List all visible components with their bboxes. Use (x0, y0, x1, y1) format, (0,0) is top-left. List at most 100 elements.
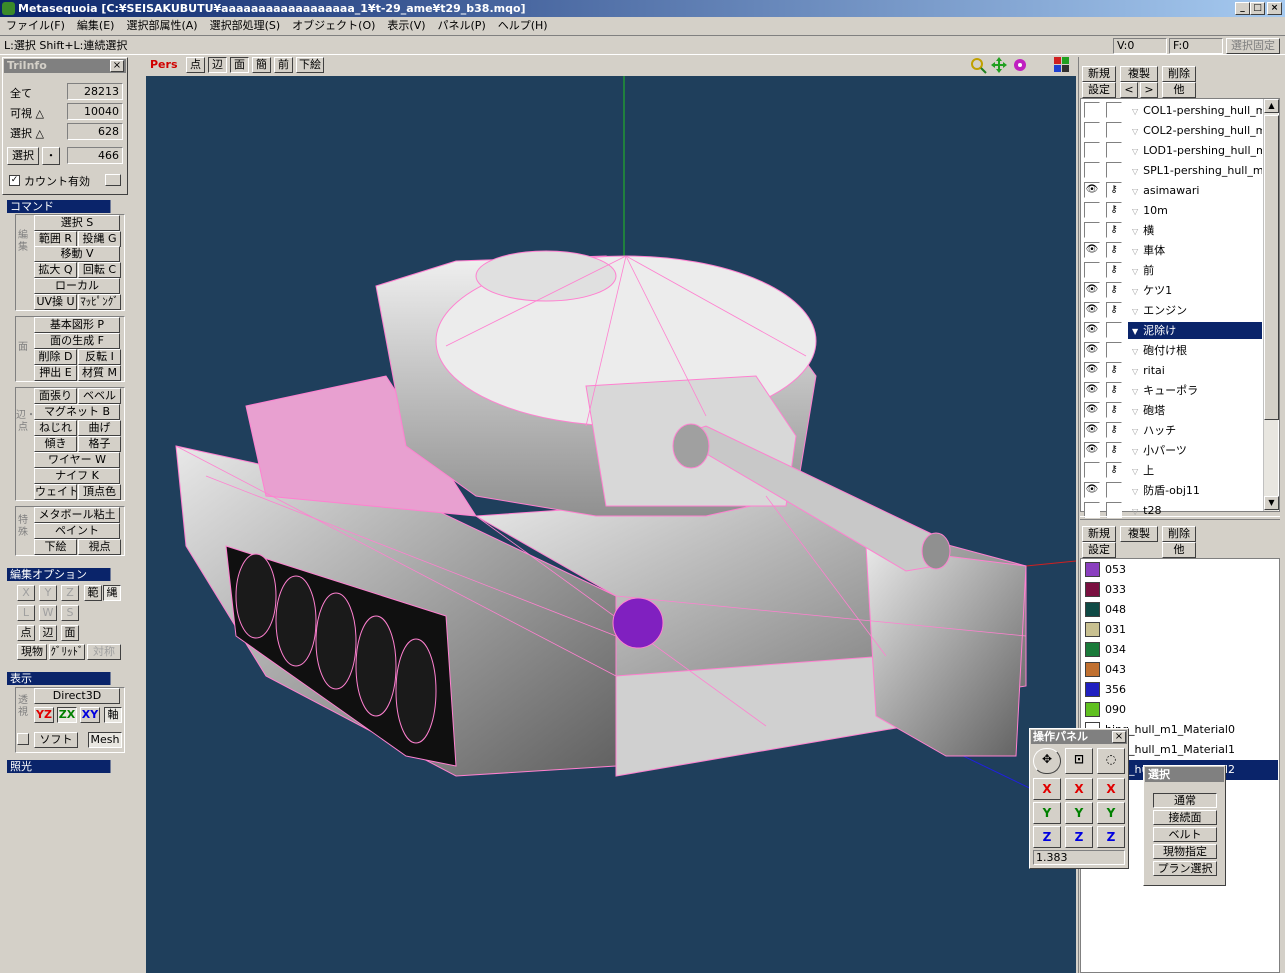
move-mode-icon[interactable]: ✥ (1033, 748, 1061, 774)
lock-icon[interactable] (1106, 482, 1122, 498)
lattice-button[interactable]: 格子 (78, 436, 121, 452)
visibility-eye-icon[interactable]: 👁 (1084, 402, 1100, 418)
object-copy-button[interactable]: 複製 (1120, 66, 1158, 82)
menu-selection-process[interactable]: 選択部処理(S) (204, 17, 287, 35)
lock-icon[interactable] (1106, 102, 1122, 118)
bend-button[interactable]: 曲げ (78, 420, 121, 436)
lock-icon[interactable]: ⚷ (1106, 422, 1122, 438)
local-l-toggle[interactable]: L (17, 605, 35, 621)
lock-icon[interactable]: ⚷ (1106, 222, 1122, 238)
view-front-toggle[interactable]: 前 (274, 57, 293, 73)
world-w-toggle[interactable]: W (39, 605, 57, 621)
lock-icon[interactable]: ⚷ (1106, 242, 1122, 258)
object-row[interactable]: 👁 ⚷ ▽ ケツ1 (1082, 280, 1262, 300)
grid-toggle[interactable]: ｸﾞﾘｯﾄﾞ (49, 644, 85, 660)
menu-selection-attr[interactable]: 選択部属性(A) (120, 17, 203, 35)
magnet-button[interactable]: マグネット B (34, 404, 120, 420)
expand-triangle-icon[interactable]: ▽ (1132, 427, 1138, 436)
visibility-eye-icon[interactable] (1084, 102, 1100, 118)
object-name[interactable]: ▽ ケツ1 (1128, 282, 1262, 299)
metaball-button[interactable]: メタボール粘土 (34, 507, 120, 523)
knife-button[interactable]: ナイフ K (34, 468, 120, 484)
expand-triangle-icon[interactable]: ▽ (1132, 147, 1138, 156)
visibility-eye-icon[interactable] (1084, 122, 1100, 138)
object-name[interactable]: ▽ SPL1-pershing_hull_m1 (1128, 162, 1262, 179)
object-row[interactable]: 👁 ⚷ ▽ ritai (1082, 360, 1262, 380)
object-row[interactable]: 👁 ▼ 泥除け (1082, 320, 1262, 340)
expand-triangle-icon[interactable]: ▽ (1132, 127, 1138, 136)
object-row[interactable]: ▽ COL2-pershing_hull_m1 (1082, 120, 1262, 140)
expand-triangle-icon[interactable]: ▽ (1132, 287, 1138, 296)
expand-triangle-icon[interactable]: ▽ (1132, 267, 1138, 276)
expand-triangle-icon[interactable]: ▽ (1132, 307, 1138, 316)
object-name[interactable]: ▽ 砲塔 (1128, 402, 1262, 419)
object-name[interactable]: ▽ asimawari (1128, 182, 1262, 199)
material-row[interactable]: 031 (1082, 620, 1278, 640)
expand-triangle-icon[interactable]: ▽ (1132, 447, 1138, 456)
material-row[interactable]: 053 (1082, 560, 1278, 580)
view-face-toggle[interactable]: 面 (230, 57, 249, 73)
view-edge-toggle[interactable]: 辺 (208, 57, 227, 73)
object-name[interactable]: ▽ 車体 (1128, 242, 1262, 259)
operation-panel-close-button[interactable]: × (1112, 731, 1126, 743)
object-row[interactable]: 👁 ▽ 砲付け根 (1082, 340, 1262, 360)
generate-face-button[interactable]: 面の生成 F (34, 333, 120, 349)
object-other-button[interactable]: 他 (1162, 82, 1196, 98)
symmetry-toggle[interactable]: 対称 (87, 644, 121, 660)
panel-splitter[interactable] (1080, 516, 1280, 520)
object-row[interactable]: ⚷ ▽ 上 (1082, 460, 1262, 480)
visibility-eye-icon[interactable] (1084, 222, 1100, 238)
expand-triangle-icon[interactable]: ▽ (1132, 387, 1138, 396)
flip-face-button[interactable]: 反転 I (78, 349, 121, 365)
menu-file[interactable]: ファイル(F) (0, 17, 71, 35)
triinfo-close-button[interactable]: × (110, 60, 124, 72)
current-object-toggle[interactable]: 現物 (17, 644, 47, 660)
scale-z-button[interactable]: Z (1065, 826, 1093, 848)
object-new-button[interactable]: 新規 (1082, 66, 1116, 82)
zoom-icon[interactable] (970, 57, 987, 74)
object-row[interactable]: ⚷ ▽ 前 (1082, 260, 1262, 280)
layout-icon[interactable] (1054, 57, 1070, 73)
rotate-z-button[interactable]: Z (1097, 826, 1125, 848)
material-row[interactable]: 043 (1082, 660, 1278, 680)
projection-mode[interactable]: Pers (150, 57, 182, 73)
maximize-button[interactable]: □ (1250, 2, 1265, 15)
material-row[interactable]: 034 (1082, 640, 1278, 660)
object-row[interactable]: ⚷ ▽ 10m (1082, 200, 1262, 220)
bevel-button[interactable]: ベベル (78, 388, 121, 404)
axis-y-toggle[interactable]: Y (39, 585, 57, 601)
object-row[interactable]: ▽ LOD1-pershing_hull_m1 (1082, 140, 1262, 160)
expand-triangle-icon[interactable]: ▽ (1132, 107, 1138, 116)
expand-triangle-icon[interactable]: ▽ (1132, 247, 1138, 256)
expand-triangle-icon[interactable]: ▽ (1132, 187, 1138, 196)
expand-triangle-icon[interactable]: ▽ (1132, 167, 1138, 176)
object-name[interactable]: ▽ 砲付け根 (1128, 342, 1262, 359)
visibility-eye-icon[interactable]: 👁 (1084, 282, 1100, 298)
lasso-option-toggle[interactable]: 縄 (103, 585, 121, 601)
view-xy-button[interactable]: XY (80, 707, 100, 723)
mesh-toggle[interactable]: Mesh (88, 732, 122, 748)
tilt-button[interactable]: 傾き (34, 436, 77, 452)
menu-help[interactable]: ヘルプ(H) (492, 17, 554, 35)
3d-viewport[interactable] (146, 76, 1076, 973)
axis-toggle[interactable]: 軸 (104, 707, 122, 723)
lock-icon[interactable]: ⚷ (1106, 362, 1122, 378)
object-name[interactable]: ▽ エンジン (1128, 302, 1262, 319)
object-name[interactable]: ▽ 上 (1128, 462, 1262, 479)
menu-view[interactable]: 表示(V) (381, 17, 431, 35)
delete-face-button[interactable]: 削除 D (34, 349, 77, 365)
lock-icon[interactable]: ⚷ (1106, 182, 1122, 198)
scale-mode-icon[interactable]: ⊡ (1065, 748, 1093, 774)
select-belt-button[interactable]: ベルト (1153, 827, 1217, 842)
dot-button[interactable]: ・ (42, 147, 60, 165)
rotate-y-button[interactable]: Y (1097, 802, 1125, 824)
object-settings-button[interactable]: 設定 (1082, 82, 1116, 98)
material-row[interactable]: 033 (1082, 580, 1278, 600)
menu-edit[interactable]: 編集(E) (71, 17, 121, 35)
select-normal-button[interactable]: 通常 (1153, 793, 1217, 808)
lock-icon[interactable] (1106, 342, 1122, 358)
move-z-button[interactable]: Z (1033, 826, 1061, 848)
expand-triangle-icon[interactable]: ▽ (1132, 467, 1138, 476)
rotate-tool-button[interactable]: 回転 C (78, 262, 121, 278)
object-name[interactable]: ▽ COL1-pershing_hull_m1 (1128, 102, 1262, 119)
